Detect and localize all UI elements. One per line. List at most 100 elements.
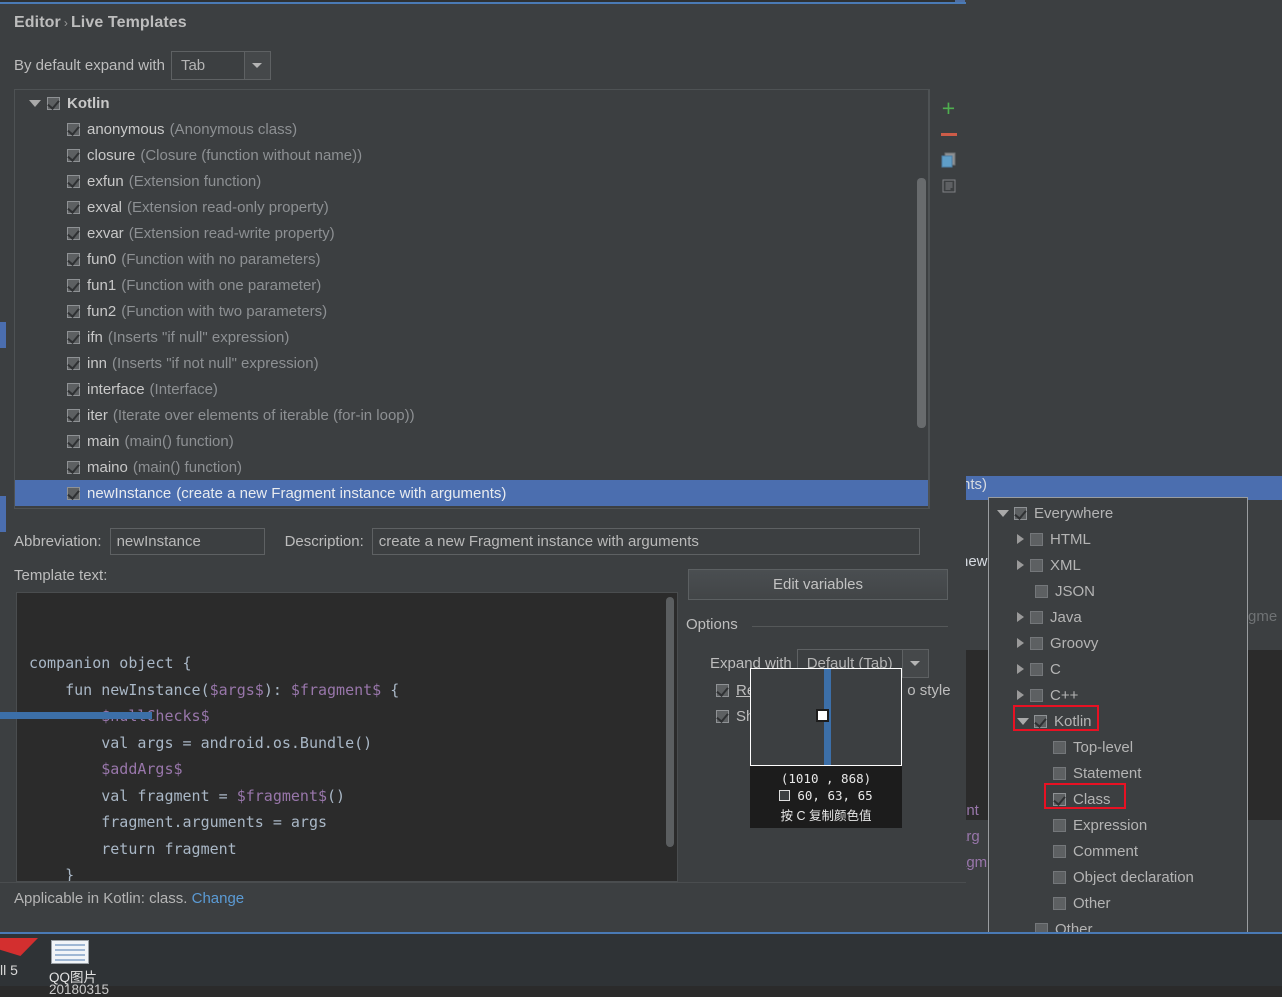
abbreviation-input[interactable]: newInstance xyxy=(110,528,265,555)
tree-row[interactable]: exvar(Extension read-write property) xyxy=(15,220,928,246)
chevron-right-icon[interactable] xyxy=(1017,638,1024,648)
context-row[interactable]: Class xyxy=(989,786,1247,812)
checkbox-context[interactable] xyxy=(1030,533,1043,546)
checkbox-template[interactable] xyxy=(67,461,80,474)
tree-group-kotlin[interactable]: Kotlin xyxy=(15,90,928,116)
chevron-down-icon[interactable] xyxy=(902,650,928,677)
remove-template-button[interactable] xyxy=(930,121,967,147)
add-template-button[interactable]: + xyxy=(930,95,967,121)
tree-row[interactable]: maino(main() function) xyxy=(15,454,928,480)
context-row[interactable]: Java xyxy=(989,604,1247,630)
tree-row[interactable]: closure(Closure (function without name)) xyxy=(15,142,928,168)
option-reformat-label-tail: o style xyxy=(907,682,950,699)
checkbox-template[interactable] xyxy=(67,331,80,344)
checkbox-template[interactable] xyxy=(67,383,80,396)
context-row[interactable]: Expression xyxy=(989,812,1247,838)
applicable-context-popup[interactable]: EverywhereHTMLXMLJSONJavaGroovyCC++Kotli… xyxy=(988,497,1248,947)
checkbox-context[interactable] xyxy=(1053,845,1066,858)
duplicate-template-button[interactable] xyxy=(930,147,967,173)
checkbox-context[interactable] xyxy=(1053,741,1066,754)
checkbox-template[interactable] xyxy=(67,253,80,266)
context-row[interactable]: XML xyxy=(989,552,1247,578)
context-row[interactable]: Kotlin xyxy=(989,708,1247,734)
checkbox-context[interactable] xyxy=(1030,689,1043,702)
edit-variables-button[interactable]: Edit variables xyxy=(688,569,948,600)
checkbox-context[interactable] xyxy=(1030,663,1043,676)
checkbox-reformat[interactable] xyxy=(716,684,729,697)
context-row[interactable]: Top-level xyxy=(989,734,1247,760)
tree-row[interactable]: exfun(Extension function) xyxy=(15,168,928,194)
default-expand-combobox[interactable]: Tab xyxy=(171,51,271,80)
checkbox-template[interactable] xyxy=(67,227,80,240)
live-templates-tree[interactable]: Kotlin anonymous(Anonymous class)closure… xyxy=(14,89,929,509)
context-row[interactable]: Comment xyxy=(989,838,1247,864)
context-row[interactable]: Groovy xyxy=(989,630,1247,656)
checkbox-context[interactable] xyxy=(1014,507,1027,520)
checkbox-template[interactable] xyxy=(67,435,80,448)
checkbox-context[interactable] xyxy=(1053,767,1066,780)
context-row[interactable]: Object declaration xyxy=(989,864,1247,890)
chevron-down-icon[interactable] xyxy=(244,52,270,79)
template-group-button[interactable] xyxy=(930,173,967,199)
editor-scrollbar[interactable] xyxy=(666,597,674,847)
checkbox-context[interactable] xyxy=(1030,559,1043,572)
chevron-down-icon[interactable] xyxy=(997,510,1009,517)
tree-row[interactable]: ifn(Inserts "if null" expression) xyxy=(15,324,928,350)
context-row[interactable]: HTML xyxy=(989,526,1247,552)
chevron-right-icon[interactable] xyxy=(1017,664,1024,674)
checkbox-template[interactable] xyxy=(67,409,80,422)
option-shorten-checkbox[interactable]: Sh xyxy=(716,708,754,725)
taskbar-thumbnail[interactable] xyxy=(51,940,89,964)
checkbox-template[interactable] xyxy=(67,305,80,318)
template-description: (Inserts "if not null" expression) xyxy=(112,355,319,372)
tree-row[interactable]: newInstance(create a new Fragment instan… xyxy=(15,480,928,506)
checkbox-context[interactable] xyxy=(1053,793,1066,806)
context-row[interactable]: Everywhere xyxy=(989,500,1247,526)
checkbox-context[interactable] xyxy=(1053,897,1066,910)
chevron-down-icon[interactable] xyxy=(1017,718,1029,725)
chevron-right-icon[interactable] xyxy=(1017,534,1024,544)
checkbox-template[interactable] xyxy=(67,201,80,214)
checkbox-kotlin-group[interactable] xyxy=(47,97,60,110)
tree-row[interactable]: anonymous(Anonymous class) xyxy=(15,116,928,142)
context-row[interactable]: JSON xyxy=(989,578,1247,604)
checkbox-template[interactable] xyxy=(67,279,80,292)
tree-row[interactable]: inn(Inserts "if not null" expression) xyxy=(15,350,928,376)
tree-row[interactable]: fun2(Function with two parameters) xyxy=(15,298,928,324)
applicable-context-bar: Applicable in Kotlin: class. Change xyxy=(14,890,244,907)
taskbar-item-label-1[interactable]: ll 5 xyxy=(0,962,18,978)
checkbox-shorten[interactable] xyxy=(716,710,729,723)
template-text-editor[interactable]: companion object { fun newInstance($args… xyxy=(16,592,678,882)
description-input[interactable]: create a new Fragment instance with argu… xyxy=(372,528,920,555)
page-title: Live Templates xyxy=(71,14,187,31)
checkbox-template[interactable] xyxy=(67,149,80,162)
context-row[interactable]: C++ xyxy=(989,682,1247,708)
checkbox-context[interactable] xyxy=(1034,715,1047,728)
checkbox-template[interactable] xyxy=(67,175,80,188)
copy-icon xyxy=(940,151,958,169)
breadcrumb-root[interactable]: Editor xyxy=(14,14,61,31)
context-row[interactable]: Statement xyxy=(989,760,1247,786)
checkbox-context[interactable] xyxy=(1053,871,1066,884)
checkbox-template[interactable] xyxy=(67,487,80,500)
context-row[interactable]: Other xyxy=(989,890,1247,916)
checkbox-template[interactable] xyxy=(67,357,80,370)
tree-row[interactable]: interface(Interface) xyxy=(15,376,928,402)
change-context-link[interactable]: Change xyxy=(192,890,245,907)
chevron-right-icon[interactable] xyxy=(1017,690,1024,700)
checkbox-context[interactable] xyxy=(1035,585,1048,598)
chevron-right-icon[interactable] xyxy=(1017,612,1024,622)
tree-scrollbar[interactable] xyxy=(917,178,926,428)
checkbox-context[interactable] xyxy=(1053,819,1066,832)
tree-row[interactable]: fun0(Function with no parameters) xyxy=(15,246,928,272)
tree-row[interactable]: main(main() function) xyxy=(15,428,928,454)
chevron-down-icon[interactable] xyxy=(29,100,41,107)
tree-row[interactable]: exval(Extension read-only property) xyxy=(15,194,928,220)
checkbox-template[interactable] xyxy=(67,123,80,136)
tree-row[interactable]: fun1(Function with one parameter) xyxy=(15,272,928,298)
context-row[interactable]: C xyxy=(989,656,1247,682)
checkbox-context[interactable] xyxy=(1030,611,1043,624)
chevron-right-icon[interactable] xyxy=(1017,560,1024,570)
checkbox-context[interactable] xyxy=(1030,637,1043,650)
tree-row[interactable]: iter(Iterate over elements of iterable (… xyxy=(15,402,928,428)
